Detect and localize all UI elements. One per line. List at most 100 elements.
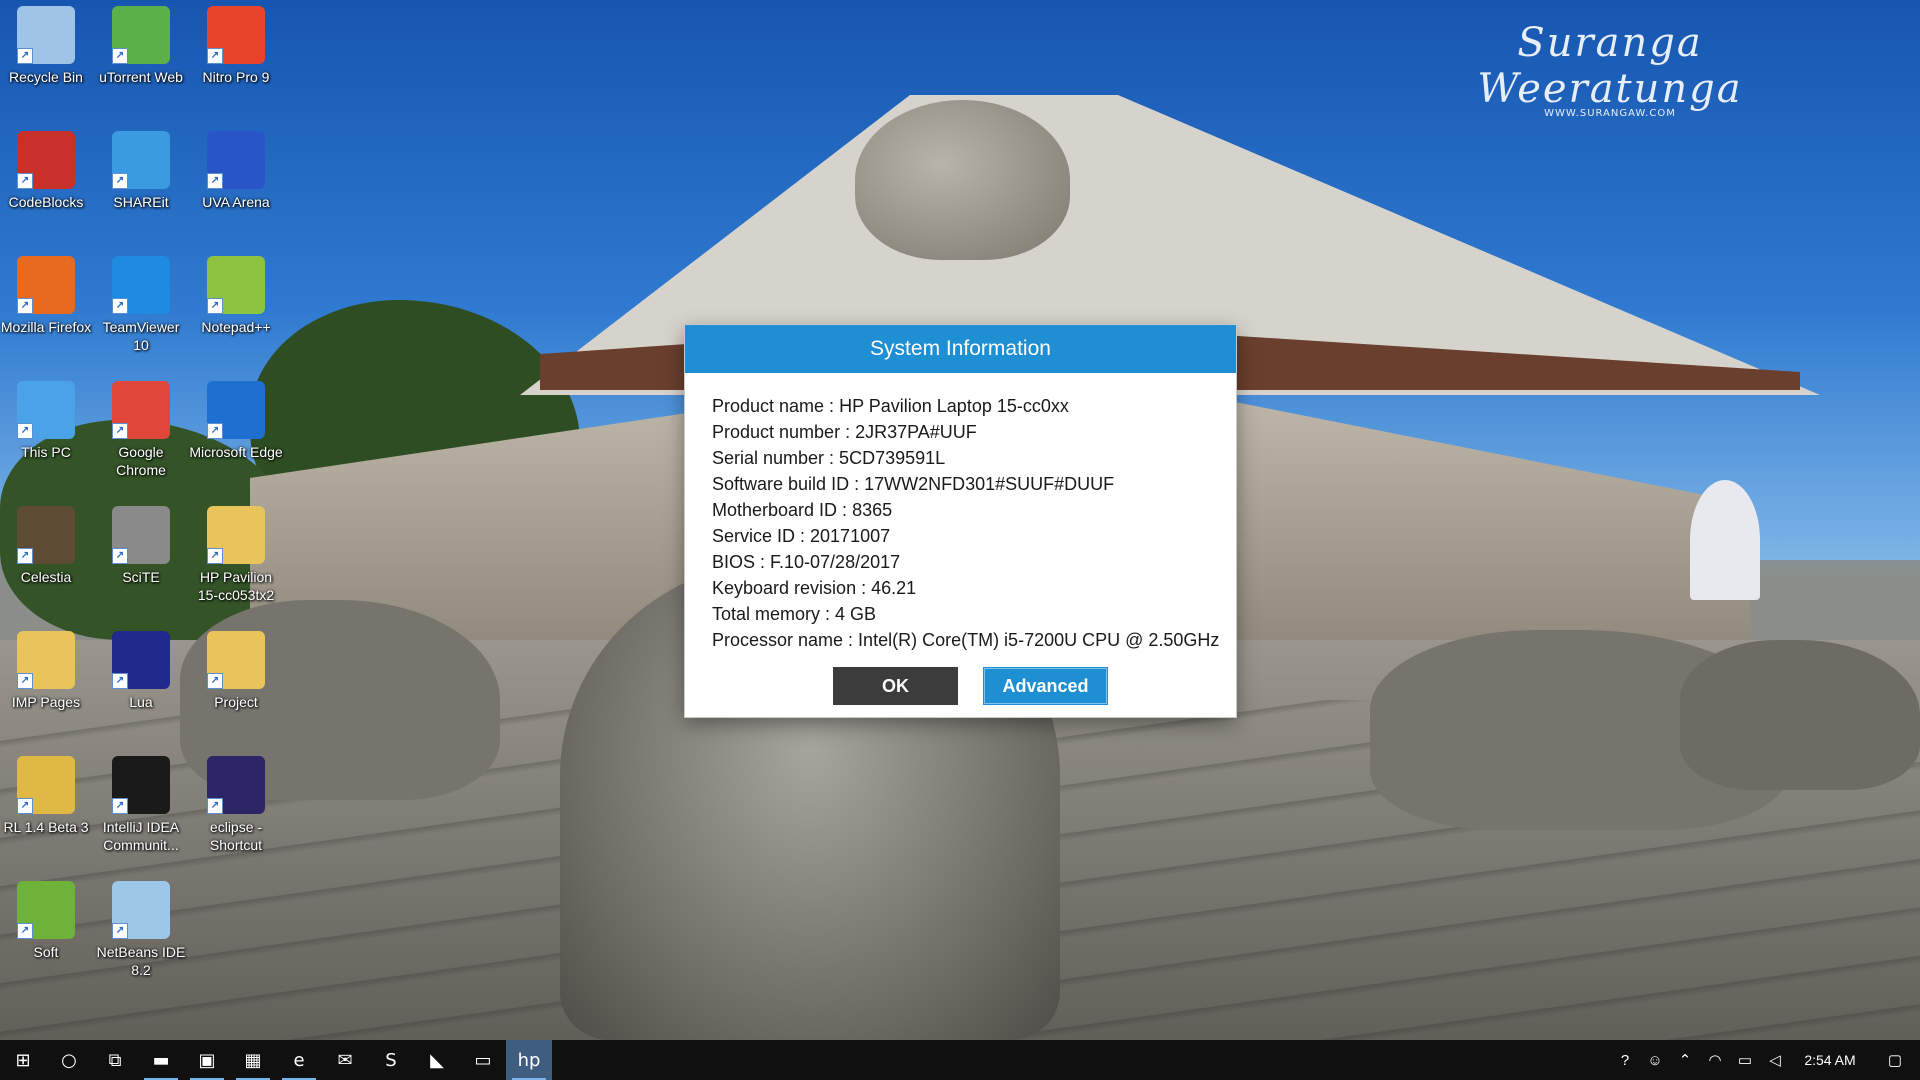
desktop-icon[interactable]: ↗ Nitro Pro 9 bbox=[188, 6, 284, 86]
desktop-icon[interactable]: ↗ SciTE bbox=[93, 506, 189, 586]
desktop-icon[interactable]: ↗ Soft bbox=[0, 881, 94, 961]
app-blue-button[interactable]: ◣ bbox=[414, 1040, 460, 1080]
desktop-icon-label: Notepad++ bbox=[201, 319, 271, 335]
shortcut-arrow-icon: ↗ bbox=[207, 548, 223, 564]
shortcut-arrow-icon: ↗ bbox=[207, 673, 223, 689]
help-icon[interactable]: ? bbox=[1610, 1040, 1640, 1080]
desktop-icon[interactable]: ↗ Notepad++ bbox=[188, 256, 284, 336]
desktop-icon[interactable]: ↗ uTorrent Web bbox=[93, 6, 189, 86]
shortcut-arrow-icon: ↗ bbox=[17, 923, 33, 939]
desktop-icon-label: Microsoft Edge bbox=[189, 444, 283, 460]
desktop-icon[interactable]: ↗ Recycle Bin bbox=[0, 6, 94, 86]
desktop-icon[interactable]: ↗ HP Pavilion 15-cc053tx2 bbox=[188, 506, 284, 604]
desktop-icon[interactable]: ↗ Project bbox=[188, 631, 284, 711]
app-green-button[interactable]: ▦ bbox=[230, 1040, 276, 1080]
codeblocks-icon: ↗ bbox=[17, 131, 75, 189]
dialog-info: Product name : HP Pavilion Laptop 15-cc0… bbox=[685, 373, 1236, 653]
file-explorer-button[interactable]: ▬ bbox=[138, 1040, 184, 1080]
desktop-icon-label: Project bbox=[214, 694, 258, 710]
sublime-icon: S bbox=[385, 1049, 397, 1071]
desktop-icon[interactable]: ↗ IntelliJ IDEA Communit... bbox=[93, 756, 189, 854]
store-button[interactable]: ▣ bbox=[184, 1040, 230, 1080]
desktop-icon[interactable]: ↗ Celestia bbox=[0, 506, 94, 586]
task-view-button[interactable]: ⧉ bbox=[92, 1040, 138, 1080]
netbeans-icon: ↗ bbox=[112, 881, 170, 939]
desktop-icon[interactable]: ↗ Lua bbox=[93, 631, 189, 711]
folder-icon: ↗ bbox=[17, 631, 75, 689]
shareit-icon: ↗ bbox=[112, 131, 170, 189]
scite-icon: ↗ bbox=[112, 506, 170, 564]
shortcut-arrow-icon: ↗ bbox=[112, 673, 128, 689]
desktop-icon[interactable]: ↗ TeamViewer 10 bbox=[93, 256, 189, 354]
recycle-bin-icon: ↗ bbox=[17, 6, 75, 64]
shortcut-arrow-icon: ↗ bbox=[207, 423, 223, 439]
dialog-title: System Information bbox=[685, 325, 1236, 373]
desktop-icon-label: UVA Arena bbox=[202, 194, 270, 210]
mail-button[interactable]: ✉ bbox=[322, 1040, 368, 1080]
desktop-icon[interactable]: ↗ Mozilla Firefox bbox=[0, 256, 94, 336]
teamviewer-icon: ↗ bbox=[112, 256, 170, 314]
desktop-icon[interactable]: ↗ eclipse - Shortcut bbox=[188, 756, 284, 854]
desktop-icon-label: Nitro Pro 9 bbox=[202, 69, 270, 85]
shortcut-arrow-icon: ↗ bbox=[17, 423, 33, 439]
cortana-icon: ○ bbox=[61, 1049, 77, 1071]
info-line: Motherboard ID : 8365 bbox=[712, 500, 893, 520]
info-line: Software build ID : 17WW2NFD301#SUUF#DUU… bbox=[712, 474, 1115, 494]
edge-button[interactable]: e bbox=[276, 1040, 322, 1080]
people-icon[interactable]: ☺ bbox=[1640, 1040, 1670, 1080]
clock[interactable]: 2:54 AM bbox=[1790, 1052, 1870, 1068]
desktop-icon[interactable]: ↗ CodeBlocks bbox=[0, 131, 94, 211]
desktop-icon[interactable]: ↗ Microsoft Edge bbox=[188, 381, 284, 461]
shortcut-arrow-icon: ↗ bbox=[112, 173, 128, 189]
volume-icon[interactable]: ◁ bbox=[1760, 1040, 1790, 1080]
wifi-icon[interactable]: ◠ bbox=[1700, 1040, 1730, 1080]
start-button[interactable]: ⊞ bbox=[0, 1040, 46, 1080]
chevron-up-icon[interactable]: ⌃ bbox=[1670, 1040, 1700, 1080]
ok-button[interactable]: OK bbox=[833, 667, 958, 705]
app-window-button[interactable]: ▭ bbox=[460, 1040, 506, 1080]
desktop-icon-label: IntelliJ IDEA Communit... bbox=[102, 819, 180, 853]
info-line: BIOS : F.10-07/28/2017 bbox=[712, 552, 901, 572]
wallpaper-tower bbox=[1690, 480, 1760, 600]
desktop-icon-label: RL 1.4 Beta 3 bbox=[3, 819, 89, 835]
desktop-icon-label: IMP Pages bbox=[11, 694, 81, 710]
cortana-button[interactable]: ○ bbox=[46, 1040, 92, 1080]
info-line: Processor name : Intel(R) Core(TM) i5-72… bbox=[712, 630, 1220, 650]
chrome-icon: ↗ bbox=[112, 381, 170, 439]
advanced-button[interactable]: Advanced bbox=[983, 667, 1108, 705]
shortcut-arrow-icon: ↗ bbox=[112, 548, 128, 564]
eclipse-icon: ↗ bbox=[207, 756, 265, 814]
shortcut-arrow-icon: ↗ bbox=[17, 48, 33, 64]
shortcut-arrow-icon: ↗ bbox=[112, 48, 128, 64]
desktop-icon-label: This PC bbox=[21, 444, 71, 460]
this-pc-icon: ↗ bbox=[17, 381, 75, 439]
desktop-icon-label: Mozilla Firefox bbox=[0, 319, 92, 335]
desktop-icon[interactable]: ↗ RL 1.4 Beta 3 bbox=[0, 756, 94, 836]
hp-support-button[interactable]: hp bbox=[506, 1040, 552, 1080]
desktop-icon[interactable]: ↗ NetBeans IDE 8.2 bbox=[93, 881, 189, 979]
desktop-icon[interactable]: ↗ SHAREit bbox=[93, 131, 189, 211]
shortcut-arrow-icon: ↗ bbox=[17, 173, 33, 189]
sublime-button[interactable]: S bbox=[368, 1040, 414, 1080]
system-tray: ? ☺ ⌃ ◠ ▭ ◁ 2:54 AM ▢ bbox=[1610, 1040, 1920, 1080]
desktop-icon[interactable]: ↗ Google Chrome bbox=[93, 381, 189, 479]
signature-text: Suranga Weeratunga bbox=[1477, 20, 1743, 112]
zip-folder-icon: ↗ bbox=[17, 756, 75, 814]
info-line: Product number : 2JR37PA#UUF bbox=[712, 422, 977, 442]
desktop-icon[interactable]: ↗ This PC bbox=[0, 381, 94, 461]
desktop-icon[interactable]: ↗ UVA Arena bbox=[188, 131, 284, 211]
start-icon: ⊞ bbox=[15, 1049, 31, 1071]
file-explorer-icon: ▬ bbox=[152, 1049, 170, 1071]
desktop-icon-label: eclipse - Shortcut bbox=[209, 819, 263, 853]
battery-icon[interactable]: ▭ bbox=[1730, 1040, 1760, 1080]
desktop-icon-label: SHAREit bbox=[113, 194, 169, 210]
desktop-icon-label: uTorrent Web bbox=[99, 69, 183, 85]
desktop-icon-label: Soft bbox=[33, 944, 59, 960]
notifications-icon[interactable]: ▢ bbox=[1870, 1040, 1920, 1080]
wallpaper-signature: Suranga Weeratunga WWW.SURANGAW.COM bbox=[1450, 20, 1770, 119]
shortcut-arrow-icon: ↗ bbox=[17, 673, 33, 689]
shortcut-arrow-icon: ↗ bbox=[207, 798, 223, 814]
shortcut-arrow-icon: ↗ bbox=[112, 923, 128, 939]
desktop-icon[interactable]: ↗ IMP Pages bbox=[0, 631, 94, 711]
desktop-icon-label: NetBeans IDE 8.2 bbox=[96, 944, 186, 978]
